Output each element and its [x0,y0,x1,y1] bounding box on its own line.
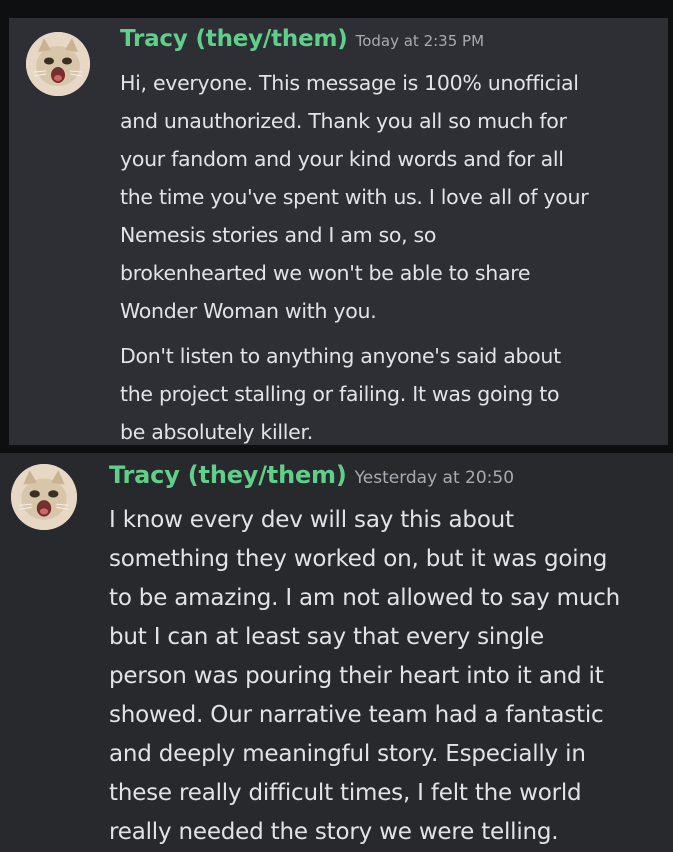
message-line: and deeply meaningful story. Especially … [109,741,586,767]
username[interactable]: Tracy (they/them) [120,26,348,52]
message-body: I know every dev will say this about som… [109,501,669,852]
message-line: but I can at least say that every single [109,624,544,650]
message-line: the project stalling or failing. It was … [120,382,560,406]
message-line: these really difficult times, I felt the… [109,780,582,806]
message-body: Hi, everyone. This message is 100% unoff… [120,64,665,445]
message-line: something they worked on, but it was goi… [109,546,608,572]
message-line: brokenhearted we won't be able to share [120,261,531,285]
screenshot-page: Tracy (they/them) Today at 2:35 PM Hi, ev… [0,0,673,852]
message-line: really needed the story we were telling. [109,819,559,845]
message-paragraph: Hi, everyone. This message is 100% unoff… [120,64,665,330]
chat-message: Tracy (they/them) Yesterday at 20:50 I kn… [0,453,673,852]
cat-avatar-icon [11,464,77,530]
user-avatar[interactable] [11,464,77,530]
message-line: your fandom and your kind words and for … [120,147,564,171]
message-paragraph: Don't listen to anything anyone's said a… [120,337,665,445]
message-line: Nemesis stories and I am so, so [120,223,437,247]
message-header: Tracy (they/them) Yesterday at 20:50 [109,461,514,489]
message-line: the time you've spent with us. I love al… [120,185,589,209]
username[interactable]: Tracy (they/them) [109,461,347,489]
timestamp: Yesterday at 20:50 [354,468,515,488]
cat-avatar-icon [26,32,90,96]
message-line: Wonder Woman with you. [120,299,377,323]
message-line: showed. Our narrative team had a fantast… [109,702,604,728]
timestamp: Today at 2:35 PM [355,32,485,50]
message-line: Don't listen to anything anyone's said a… [120,344,561,368]
message-header: Tracy (they/them) Today at 2:35 PM [120,26,484,52]
message-line: to be amazing. I am not allowed to say m… [109,585,621,611]
message-line: and unauthorized. Thank you all so much … [120,109,567,133]
message-line: be absolutely killer. [120,420,313,444]
message-line: person was pouring their heart into it a… [109,663,604,689]
message-line: I know every dev will say this about [109,507,514,533]
user-avatar[interactable] [26,32,90,96]
chat-message: Tracy (they/them) Today at 2:35 PM Hi, ev… [9,18,668,445]
message-paragraph: I know every dev will say this about som… [109,501,669,852]
message-line: Hi, everyone. This message is 100% unoff… [120,71,579,95]
